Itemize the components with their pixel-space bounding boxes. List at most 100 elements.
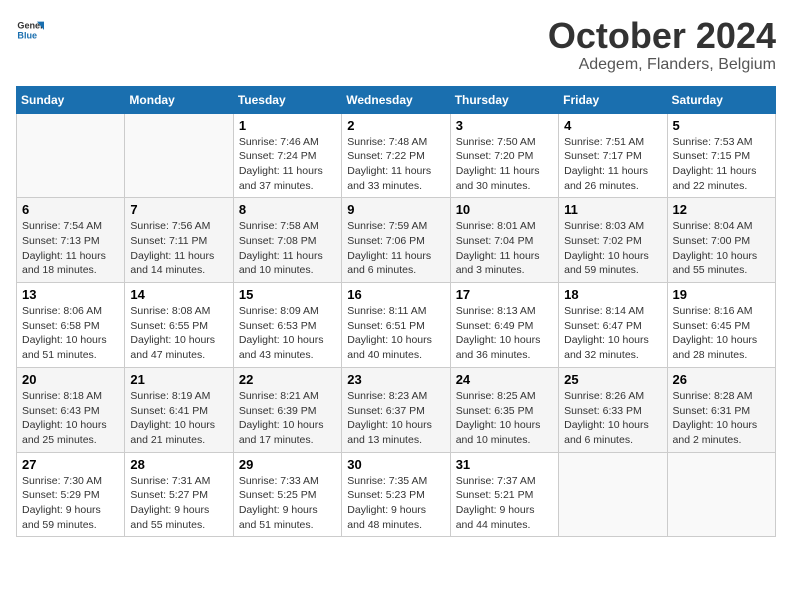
day-info: Sunrise: 8:11 AM Sunset: 6:51 PM Dayligh… [347,304,444,363]
calendar-cell: 4 Sunrise: 7:51 AM Sunset: 7:17 PM Daylig… [559,113,667,198]
title-area: October 2024 Adegem, Flanders, Belgium [548,16,776,74]
day-info: Sunrise: 7:59 AM Sunset: 7:06 PM Dayligh… [347,219,444,278]
day-info: Sunrise: 8:09 AM Sunset: 6:53 PM Dayligh… [239,304,336,363]
day-number: 26 [673,372,770,387]
calendar-cell: 12 Sunrise: 8:04 AM Sunset: 7:00 PM Dayli… [667,198,775,283]
day-number: 1 [239,118,336,133]
calendar-cell: 16 Sunrise: 8:11 AM Sunset: 6:51 PM Dayli… [342,283,450,368]
day-info: Sunrise: 7:51 AM Sunset: 7:17 PM Dayligh… [564,135,661,194]
day-info: Sunrise: 8:28 AM Sunset: 6:31 PM Dayligh… [673,389,770,448]
day-number: 24 [456,372,553,387]
day-number: 12 [673,202,770,217]
week-row-1: 1 Sunrise: 7:46 AM Sunset: 7:24 PM Daylig… [17,113,776,198]
calendar-cell: 17 Sunrise: 8:13 AM Sunset: 6:49 PM Dayli… [450,283,558,368]
day-number: 19 [673,287,770,302]
calendar-cell: 1 Sunrise: 7:46 AM Sunset: 7:24 PM Daylig… [233,113,341,198]
calendar-cell: 13 Sunrise: 8:06 AM Sunset: 6:58 PM Dayli… [17,283,125,368]
day-number: 2 [347,118,444,133]
day-info: Sunrise: 8:08 AM Sunset: 6:55 PM Dayligh… [130,304,227,363]
day-header-wednesday: Wednesday [342,86,450,113]
calendar-cell: 19 Sunrise: 8:16 AM Sunset: 6:45 PM Dayli… [667,283,775,368]
calendar-cell: 22 Sunrise: 8:21 AM Sunset: 6:39 PM Dayli… [233,367,341,452]
day-info: Sunrise: 7:53 AM Sunset: 7:15 PM Dayligh… [673,135,770,194]
calendar-cell: 27 Sunrise: 7:30 AM Sunset: 5:29 PM Dayli… [17,452,125,537]
day-number: 28 [130,457,227,472]
day-number: 3 [456,118,553,133]
day-number: 23 [347,372,444,387]
day-number: 27 [22,457,119,472]
day-number: 11 [564,202,661,217]
calendar-cell: 11Sunrise: 8:03 AM Sunset: 7:02 PM Dayli… [559,198,667,283]
location-subtitle: Adegem, Flanders, Belgium [548,56,776,74]
calendar-cell: 31 Sunrise: 7:37 AM Sunset: 5:21 PM Dayli… [450,452,558,537]
day-number: 20 [22,372,119,387]
day-number: 14 [130,287,227,302]
calendar-cell: 30 Sunrise: 7:35 AM Sunset: 5:23 PM Dayli… [342,452,450,537]
day-number: 15 [239,287,336,302]
calendar-cell: 23 Sunrise: 8:23 AM Sunset: 6:37 PM Dayli… [342,367,450,452]
day-info: Sunrise: 7:58 AM Sunset: 7:08 PM Dayligh… [239,219,336,278]
day-number: 22 [239,372,336,387]
day-header-saturday: Saturday [667,86,775,113]
day-info: Sunrise: 8:01 AM Sunset: 7:04 PM Dayligh… [456,219,553,278]
header-row: SundayMondayTuesdayWednesdayThursdayFrid… [17,86,776,113]
day-info: Sunrise: 7:35 AM Sunset: 5:23 PM Dayligh… [347,474,444,533]
day-info: Sunrise: 8:19 AM Sunset: 6:41 PM Dayligh… [130,389,227,448]
day-number: 17 [456,287,553,302]
day-info: Sunrise: 8:23 AM Sunset: 6:37 PM Dayligh… [347,389,444,448]
day-number: 21 [130,372,227,387]
calendar-cell: 9 Sunrise: 7:59 AM Sunset: 7:06 PM Daylig… [342,198,450,283]
calendar-cell: 14 Sunrise: 8:08 AM Sunset: 6:55 PM Dayli… [125,283,233,368]
calendar-cell [17,113,125,198]
day-info: Sunrise: 7:56 AM Sunset: 7:11 PM Dayligh… [130,219,227,278]
calendar-cell: 2 Sunrise: 7:48 AM Sunset: 7:22 PM Daylig… [342,113,450,198]
calendar-cell: 21 Sunrise: 8:19 AM Sunset: 6:41 PM Dayli… [125,367,233,452]
day-header-monday: Monday [125,86,233,113]
day-number: 16 [347,287,444,302]
calendar-cell: 3 Sunrise: 7:50 AM Sunset: 7:20 PM Daylig… [450,113,558,198]
day-number: 8 [239,202,336,217]
calendar-cell [559,452,667,537]
logo-icon: General Blue [16,16,44,44]
day-info: Sunrise: 7:46 AM Sunset: 7:24 PM Dayligh… [239,135,336,194]
day-number: 30 [347,457,444,472]
calendar-cell: 20 Sunrise: 8:18 AM Sunset: 6:43 PM Dayli… [17,367,125,452]
day-info: Sunrise: 7:30 AM Sunset: 5:29 PM Dayligh… [22,474,119,533]
day-number: 10 [456,202,553,217]
calendar-cell: 8 Sunrise: 7:58 AM Sunset: 7:08 PM Daylig… [233,198,341,283]
day-number: 25 [564,372,661,387]
day-info: Sunrise: 8:13 AM Sunset: 6:49 PM Dayligh… [456,304,553,363]
day-header-thursday: Thursday [450,86,558,113]
day-number: 18 [564,287,661,302]
day-number: 13 [22,287,119,302]
calendar-cell: 10 Sunrise: 8:01 AM Sunset: 7:04 PM Dayli… [450,198,558,283]
calendar-cell: 5 Sunrise: 7:53 AM Sunset: 7:15 PM Daylig… [667,113,775,198]
calendar-cell: 24 Sunrise: 8:25 AM Sunset: 6:35 PM Dayli… [450,367,558,452]
day-info: Sunrise: 7:31 AM Sunset: 5:27 PM Dayligh… [130,474,227,533]
calendar-cell: 28 Sunrise: 7:31 AM Sunset: 5:27 PM Dayli… [125,452,233,537]
day-number: 5 [673,118,770,133]
day-header-sunday: Sunday [17,86,125,113]
day-info: Sunrise: 7:48 AM Sunset: 7:22 PM Dayligh… [347,135,444,194]
day-info: Sunrise: 7:37 AM Sunset: 5:21 PM Dayligh… [456,474,553,533]
day-info: Sunrise: 8:04 AM Sunset: 7:00 PM Dayligh… [673,219,770,278]
calendar-cell: 7 Sunrise: 7:56 AM Sunset: 7:11 PM Daylig… [125,198,233,283]
day-number: 29 [239,457,336,472]
day-number: 7 [130,202,227,217]
day-info: Sunrise: 8:06 AM Sunset: 6:58 PM Dayligh… [22,304,119,363]
week-row-5: 27 Sunrise: 7:30 AM Sunset: 5:29 PM Dayli… [17,452,776,537]
day-info: Sunrise: 8:16 AM Sunset: 6:45 PM Dayligh… [673,304,770,363]
day-info: Sunrise: 7:54 AM Sunset: 7:13 PM Dayligh… [22,219,119,278]
svg-text:Blue: Blue [17,30,37,40]
day-number: 4 [564,118,661,133]
day-info: Sunrise: 8:18 AM Sunset: 6:43 PM Dayligh… [22,389,119,448]
calendar-cell: 18Sunrise: 8:14 AM Sunset: 6:47 PM Dayli… [559,283,667,368]
day-number: 31 [456,457,553,472]
day-info: Sunrise: 8:21 AM Sunset: 6:39 PM Dayligh… [239,389,336,448]
calendar-table: SundayMondayTuesdayWednesdayThursdayFrid… [16,86,776,538]
day-info: Sunrise: 8:25 AM Sunset: 6:35 PM Dayligh… [456,389,553,448]
calendar-cell: 26 Sunrise: 8:28 AM Sunset: 6:31 PM Dayli… [667,367,775,452]
week-row-3: 13 Sunrise: 8:06 AM Sunset: 6:58 PM Dayli… [17,283,776,368]
day-number: 9 [347,202,444,217]
day-info: Sunrise: 7:50 AM Sunset: 7:20 PM Dayligh… [456,135,553,194]
